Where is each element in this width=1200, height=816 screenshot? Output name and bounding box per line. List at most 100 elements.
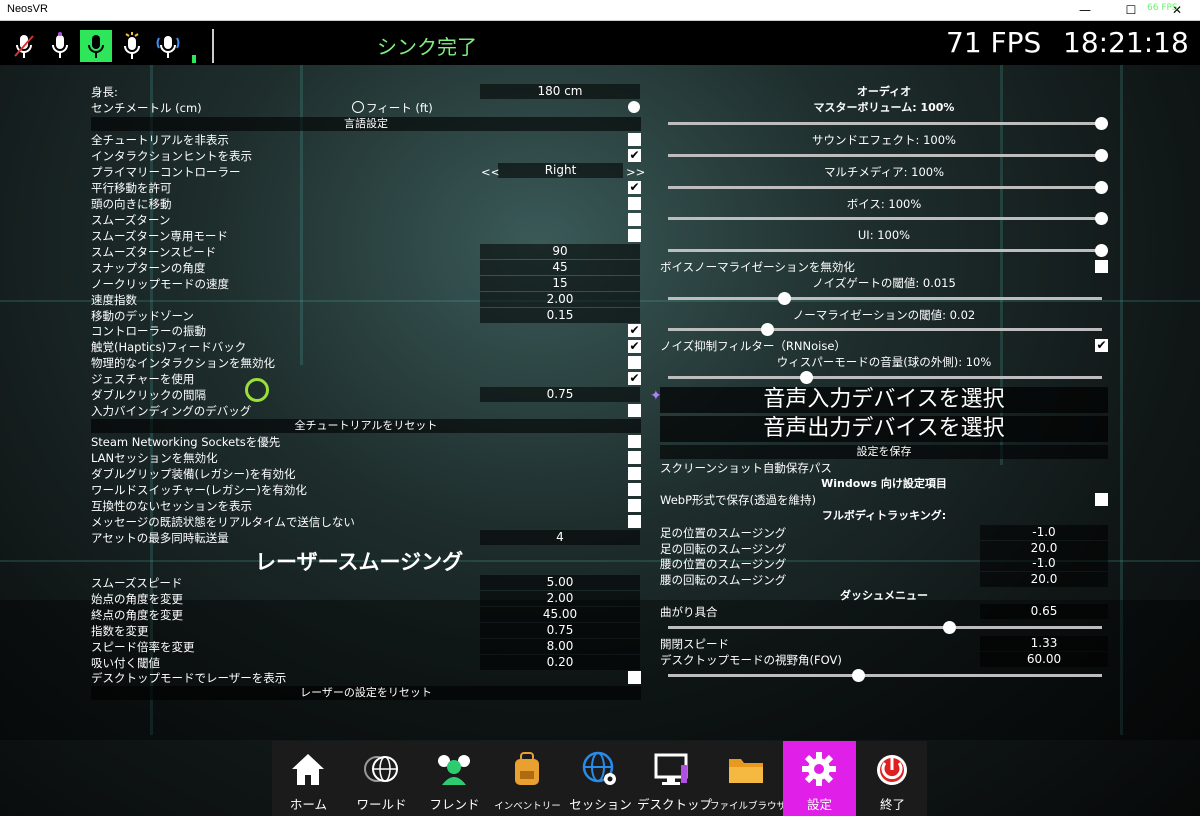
noclip-value[interactable]: 15 <box>480 276 640 291</box>
master-volume-slider[interactable] <box>668 117 1108 130</box>
noise-gate-slider[interactable] <box>668 292 1102 305</box>
primary-next-button[interactable]: >> <box>626 165 645 179</box>
slider-knob[interactable] <box>778 292 792 305</box>
laser-speed-value[interactable]: 5.00 <box>480 575 640 590</box>
incompatible-checkbox[interactable] <box>628 499 641 512</box>
laser-exp-value[interactable]: 0.75 <box>480 623 640 638</box>
curve-value[interactable]: 0.65 <box>980 604 1108 619</box>
inventory-icon <box>515 752 539 785</box>
mic-normal-icon[interactable] <box>80 30 112 62</box>
unit-ft-radio[interactable] <box>352 101 364 113</box>
laser-reset-button[interactable]: レーザーの設定をリセット <box>91 686 641 700</box>
speed-exp-value[interactable]: 2.00 <box>480 292 640 307</box>
physical-checkbox[interactable] <box>628 356 641 369</box>
fov-value[interactable]: 60.00 <box>980 652 1108 667</box>
slider-knob[interactable] <box>1095 212 1108 225</box>
height-value[interactable]: 180 cm <box>480 84 640 99</box>
hip-pos-value[interactable]: -1.0 <box>980 556 1108 571</box>
unit-ft-label: フィート (ft) <box>366 101 433 115</box>
slider-knob[interactable] <box>943 621 957 634</box>
hip-rot-value[interactable]: 20.0 <box>980 572 1108 587</box>
worldswitcher-checkbox[interactable] <box>628 483 641 496</box>
voice-norm-checkbox[interactable] <box>1095 260 1108 273</box>
dock-session[interactable]: セッション <box>564 741 637 816</box>
hide-tutorials-checkbox[interactable] <box>628 133 641 146</box>
laser-end-value[interactable]: 45.00 <box>480 607 640 622</box>
snap-angle-value[interactable]: 45 <box>480 260 640 275</box>
head-move-checkbox[interactable] <box>628 197 641 210</box>
foot-rot-value[interactable]: 20.0 <box>980 541 1108 556</box>
curve-slider[interactable] <box>668 621 1102 634</box>
bind-debug-checkbox[interactable] <box>628 404 641 417</box>
deadzone-value[interactable]: 0.15 <box>480 308 640 323</box>
unit-cm-radio[interactable] <box>628 101 640 113</box>
haptics-checkbox[interactable]: ✔ <box>628 340 641 353</box>
smooth-speed-value[interactable]: 90 <box>480 244 640 259</box>
webp-checkbox[interactable] <box>1095 493 1108 506</box>
dock-label: 設定 <box>806 797 832 812</box>
dock-friends[interactable]: フレンド <box>418 741 491 816</box>
laser-snap-value[interactable]: 0.20 <box>480 655 640 670</box>
sfx-volume-slider[interactable] <box>668 149 1108 162</box>
dock-settings[interactable]: 設定 <box>783 741 856 816</box>
multimedia-volume-slider[interactable] <box>668 181 1108 194</box>
dblgrip-label: ダブルグリップ装備(レガシー)を有効化 <box>91 467 296 481</box>
slider-knob[interactable] <box>1095 117 1108 130</box>
hints-checkbox[interactable]: ✔ <box>628 149 641 162</box>
folder-icon <box>729 759 763 783</box>
voice-volume-slider[interactable] <box>668 212 1108 225</box>
slider-knob[interactable] <box>1095 149 1108 162</box>
dock-desktop[interactable]: デスクトップ <box>637 741 712 816</box>
open-speed-value[interactable]: 1.33 <box>980 636 1108 651</box>
dock-label: 終了 <box>879 797 905 812</box>
slider-knob[interactable] <box>760 323 774 336</box>
smooth-turn-checkbox[interactable] <box>628 213 641 226</box>
dock-exit[interactable]: 終了 <box>856 741 929 816</box>
dblgrip-checkbox[interactable] <box>628 467 641 480</box>
translation-checkbox[interactable]: ✔ <box>628 181 641 194</box>
foot-pos-value[interactable]: -1.0 <box>980 525 1108 540</box>
gear-icon <box>802 752 836 786</box>
read-state-checkbox[interactable] <box>628 515 641 528</box>
save-settings-button[interactable]: 設定を保存 <box>660 445 1108 459</box>
whisper-volume-label: ウィスパーモードの音量(球の外側): 10% <box>776 355 992 369</box>
primary-controller-value: Right <box>498 163 623 178</box>
steam-checkbox[interactable] <box>628 435 641 448</box>
dock-home[interactable]: ホーム <box>272 741 345 816</box>
slider-knob[interactable] <box>851 669 865 682</box>
output-device-button[interactable]: 音声出力デバイスを選択 <box>660 416 1108 442</box>
dock-file-browser[interactable]: ファイルブラウザ <box>710 741 786 816</box>
lan-checkbox[interactable] <box>628 451 641 464</box>
dblclick-value[interactable]: 0.75 <box>480 387 640 402</box>
laser-smoothing-title: レーザースムージング <box>255 550 464 574</box>
minimize-button[interactable]: — <box>1062 0 1108 21</box>
mic-shout-icon[interactable] <box>116 30 148 62</box>
laser-end-label: 終点の角度を変更 <box>91 608 183 622</box>
ui-volume-slider[interactable] <box>668 244 1108 257</box>
mic-broadcast-icon[interactable] <box>152 30 184 62</box>
laser-snap-label: 吸い付く閾値 <box>91 656 160 670</box>
vibration-checkbox[interactable]: ✔ <box>628 324 641 337</box>
reset-tutorials-button[interactable]: 全チュートリアルをリセット <box>91 419 641 433</box>
mic-whisper-icon[interactable] <box>44 30 76 62</box>
assets-value[interactable]: 4 <box>480 530 640 545</box>
norm-threshold-slider[interactable] <box>668 323 1102 336</box>
gestures-checkbox[interactable]: ✔ <box>628 372 641 385</box>
laser-mult-value[interactable]: 8.00 <box>480 639 640 654</box>
laser-start-value[interactable]: 2.00 <box>480 591 640 606</box>
dock-worlds[interactable]: ワールド <box>345 741 418 816</box>
fov-slider[interactable] <box>668 669 1102 682</box>
language-settings-button[interactable]: 言語設定 <box>91 117 641 131</box>
whisper-volume-slider[interactable] <box>668 371 1102 384</box>
slider-knob[interactable] <box>1095 181 1108 194</box>
mic-muted-icon[interactable] <box>8 30 40 62</box>
input-device-button[interactable]: 音声入力デバイスを選択 <box>660 387 1108 413</box>
curve-label: 曲がり具合 <box>660 605 718 619</box>
rnnoise-checkbox[interactable]: ✔ <box>1095 339 1108 352</box>
snap-angle-label: スナップターンの角度 <box>91 261 206 275</box>
laser-desktop-checkbox[interactable] <box>628 671 641 684</box>
slider-knob[interactable] <box>799 371 813 384</box>
slider-knob[interactable] <box>1095 244 1108 257</box>
dock-inventory[interactable]: インベントリー <box>491 741 564 816</box>
smooth-only-checkbox[interactable] <box>628 229 641 242</box>
